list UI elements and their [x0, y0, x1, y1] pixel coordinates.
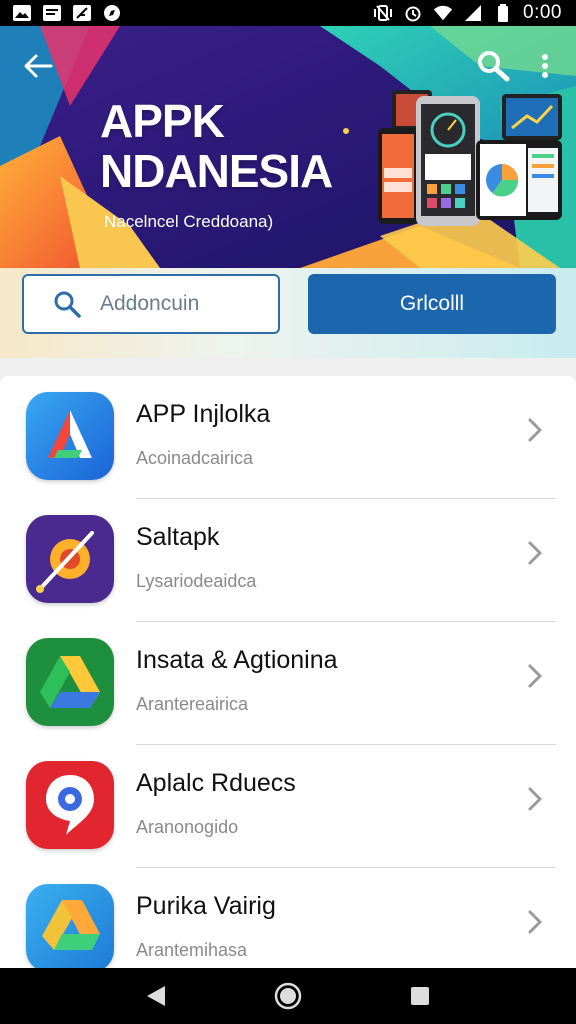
chevron-right-icon [528, 664, 542, 688]
list-item[interactable]: Insata & Agtionina Arantereairica [0, 622, 576, 745]
gallery-icon [12, 4, 32, 22]
app-description: Acoinadcairica [136, 448, 254, 468]
alarm-icon [403, 4, 423, 22]
wifi-icon [433, 4, 453, 22]
app-list: APP Injlolka Acoinadcairica Saltapk Lysa… [0, 376, 576, 968]
status-left-icons [12, 4, 122, 22]
chevron-right-icon [528, 541, 542, 565]
recents-square-icon [411, 987, 429, 1005]
app-logo-triangle-icon [26, 884, 114, 968]
status-bar: 0:00 [0, 0, 576, 26]
list-item[interactable]: Aplalc Rduecs Aranonogido [0, 745, 576, 868]
chevron-right-icon [528, 787, 542, 811]
message-icon [42, 4, 62, 22]
list-item[interactable]: Saltapk Lysariodeaidca [0, 499, 576, 622]
chevron-right-icon [528, 910, 542, 934]
hero-subtitle: Nacelncel Creddoana) [104, 212, 274, 231]
navigation-bar [0, 968, 576, 1024]
list-item[interactable]: APP Injlolka Acoinadcairica [0, 376, 576, 499]
app-description: Aranonogido [136, 817, 239, 837]
nav-recents-button[interactable] [400, 976, 440, 1016]
nav-back-button[interactable] [136, 976, 176, 1016]
app-name: Aplalc Rduecs [136, 769, 296, 797]
chevron-right-icon [528, 418, 542, 442]
download-button[interactable]: Grlcolll [308, 274, 556, 334]
list-item[interactable]: Purika Vairig Arantemihasa [0, 868, 576, 968]
app-description: Arantemihasa [136, 940, 248, 960]
app-list-area: APP Injlolka Acoinadcairica Saltapk Lysa… [0, 358, 576, 968]
feather-icon [72, 4, 92, 22]
more-options-button[interactable] [530, 48, 560, 84]
hero-search-button[interactable] [472, 46, 516, 86]
nav-home-button[interactable] [268, 976, 308, 1016]
app-description: Lysariodeaidca [136, 571, 257, 591]
home-circle-icon [274, 982, 302, 1010]
hero-title: APPK NDANESIA [100, 95, 333, 197]
search-icon [54, 291, 81, 318]
back-triangle-icon [147, 986, 165, 1006]
app-logo-drive-icon [26, 638, 114, 726]
signal-icon [463, 4, 483, 22]
arrow-left-icon [24, 54, 53, 78]
app-name: Insata & Agtionina [136, 646, 338, 674]
status-right-icons: 0:00 [373, 2, 562, 24]
app-name: APP Injlolka [136, 400, 271, 428]
action-strip: Addoncuin Grlcolll [0, 268, 576, 358]
search-icon [478, 51, 510, 82]
vibrate-icon [373, 4, 393, 22]
hero-banner: APPK NDANESIA Nacelncel Creddoana) [0, 26, 576, 268]
battery-icon [493, 4, 513, 22]
more-vertical-icon [542, 54, 548, 78]
devices-illustration-icon [378, 90, 562, 226]
app-logo-needle-icon [26, 515, 114, 603]
app-name: Saltapk [136, 523, 220, 551]
status-time: 0:00 [523, 2, 562, 23]
app-name: Purika Vairig [136, 892, 276, 920]
app-description: Arantereairica [136, 694, 249, 714]
app-logo-a-icon [26, 392, 114, 480]
search-input-text: Addoncuin [100, 292, 200, 315]
back-button[interactable] [18, 48, 58, 84]
app-logo-pin-icon [26, 761, 114, 849]
hero-title-line-1: APPK [100, 95, 225, 147]
compass-icon [102, 4, 122, 22]
hero-title-line-2: NDANESIA [100, 145, 333, 197]
search-input[interactable]: Addoncuin [22, 274, 280, 334]
